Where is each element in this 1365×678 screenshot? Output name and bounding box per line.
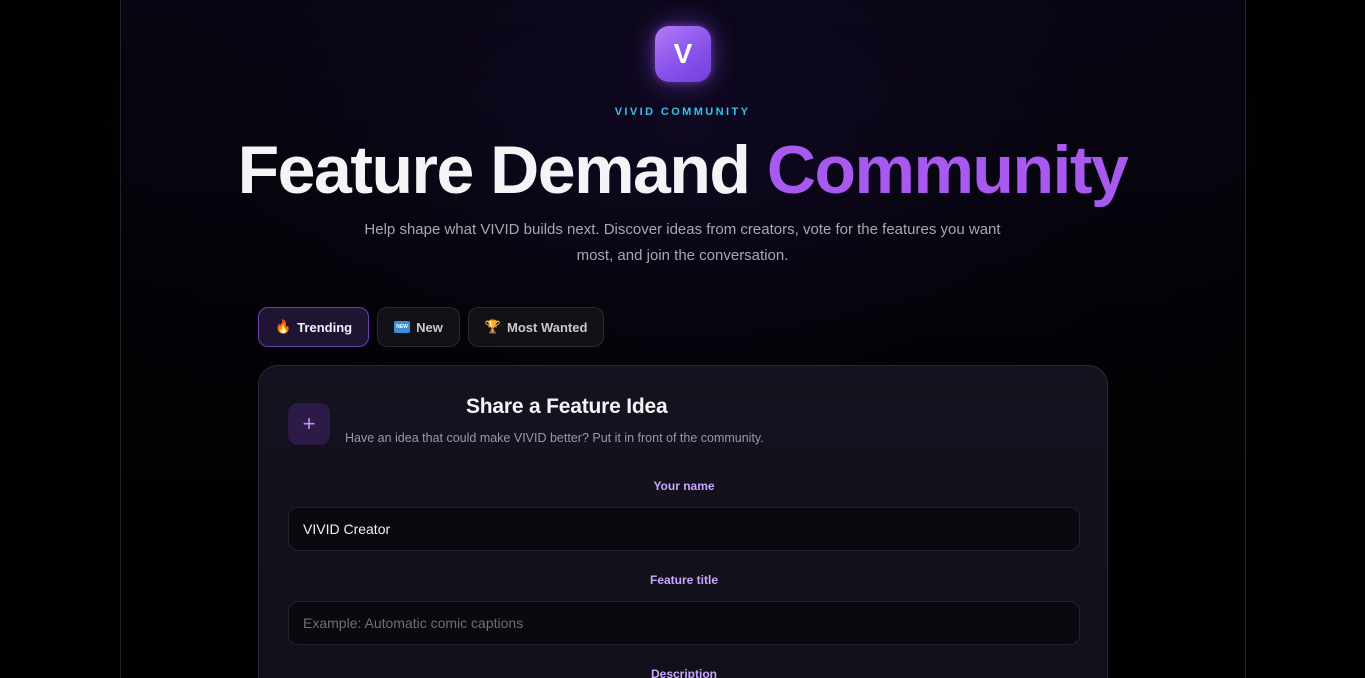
tab-label: New [416, 319, 443, 335]
plus-icon: + [288, 403, 330, 445]
tab-label: Most Wanted [507, 319, 588, 335]
feature-title-input[interactable]: Example: Automatic comic captions [288, 601, 1080, 645]
card-description: Have an idea that could make VIVID bette… [345, 431, 764, 445]
page: V VIVID COMMUNITY Feature Demand Communi… [0, 0, 1365, 678]
share-feature-card: + Share a Feature Idea Have an idea that… [258, 365, 1108, 678]
trophy-icon: 🏆 [484, 319, 501, 334]
fire-icon: 🔥 [275, 319, 292, 334]
card-title: Share a Feature Idea [466, 395, 668, 418]
feature-title-label: Feature title [649, 573, 718, 587]
name-field[interactable]: VIVID Creator [288, 507, 1080, 551]
page-title: Feature Demand Community [0, 132, 1365, 208]
tab-most-wanted[interactable]: 🏆 Most Wanted [467, 307, 605, 347]
tab-new[interactable]: NEW New [377, 307, 460, 347]
new-badge-icon: NEW [394, 321, 411, 333]
vivid-logo: V [655, 26, 711, 82]
filter-tabs: 🔥 Trending NEW New 🏆 Most Wanted [258, 307, 605, 347]
title-part-main: Feature Demand [237, 132, 751, 208]
title-part-accent: Community [766, 132, 1129, 208]
tab-label: Trending [297, 319, 353, 335]
description-label: Description [650, 667, 717, 678]
eyebrow-label: VIVID COMMUNITY [614, 106, 751, 118]
logo-letter: V [673, 38, 693, 69]
page-subtitle: Help shape what VIVID builds next. Disco… [364, 221, 1001, 264]
name-label: Your name [653, 479, 715, 493]
tab-trending[interactable]: 🔥 Trending [258, 307, 370, 347]
